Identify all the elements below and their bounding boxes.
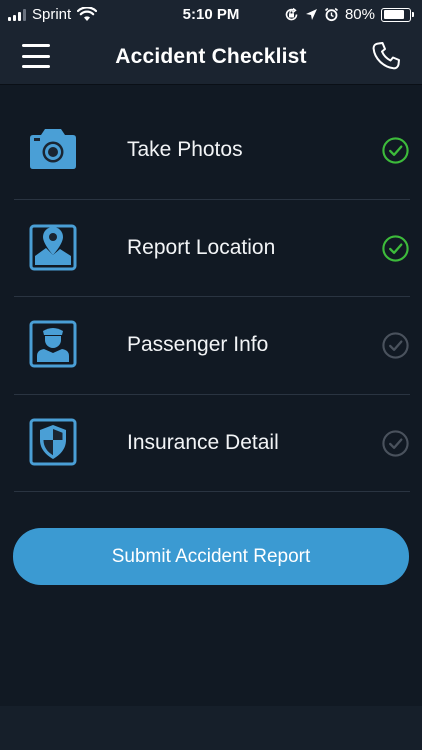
page-title: Accident Checklist bbox=[115, 45, 307, 68]
wifi-icon bbox=[77, 7, 98, 21]
hamburger-menu-icon bbox=[22, 44, 50, 47]
submit-accident-report-button[interactable]: Submit Accident Report bbox=[13, 528, 409, 585]
battery-fill bbox=[383, 10, 404, 19]
check-complete-icon bbox=[382, 234, 409, 262]
alarm-icon bbox=[324, 7, 338, 22]
passenger-icon bbox=[29, 320, 77, 368]
checklist-item-take-photos[interactable]: Take Photos bbox=[14, 102, 410, 200]
screen-lock-icon bbox=[285, 7, 298, 21]
check-pending-icon bbox=[382, 332, 409, 359]
checklist-item-label: Insurance Detail bbox=[127, 430, 279, 454]
checklist-item-label: Report Location bbox=[127, 235, 276, 259]
checklist-item-label: Passenger Info bbox=[127, 333, 269, 356]
status-left: Sprint bbox=[8, 6, 98, 23]
shield-icon bbox=[29, 418, 77, 465]
signal-icon bbox=[8, 8, 26, 21]
checklist-item-label: Take Photos bbox=[127, 138, 243, 161]
nav-header: Accident Checklist bbox=[0, 30, 422, 85]
battery-percent: 80% bbox=[344, 6, 375, 23]
check-pending-icon bbox=[382, 429, 409, 457]
bottom-area bbox=[0, 706, 422, 750]
menu-button[interactable] bbox=[22, 44, 50, 68]
check-complete-icon bbox=[382, 137, 409, 164]
checklist-item-report-location[interactable]: Report Location bbox=[14, 200, 410, 297]
checklist-item-insurance-detail[interactable]: Insurance Detail bbox=[14, 395, 410, 492]
map-pin-icon bbox=[29, 224, 77, 270]
status-bar: Sprint 5:10 PM 80% bbox=[0, 0, 422, 30]
phone-icon[interactable] bbox=[370, 40, 402, 72]
camera-icon bbox=[30, 129, 76, 169]
app-screen: Sprint 5:10 PM 80% Accident Checklist Ta… bbox=[0, 0, 422, 750]
carrier-name: Sprint bbox=[32, 6, 72, 23]
status-right: 80% bbox=[284, 6, 414, 23]
location-icon bbox=[305, 9, 317, 20]
checklist-item-passenger-info[interactable]: Passenger Info bbox=[14, 297, 410, 395]
checklist: Take Photos Report Location Passenger In… bbox=[0, 102, 422, 492]
battery-icon bbox=[381, 7, 414, 22]
